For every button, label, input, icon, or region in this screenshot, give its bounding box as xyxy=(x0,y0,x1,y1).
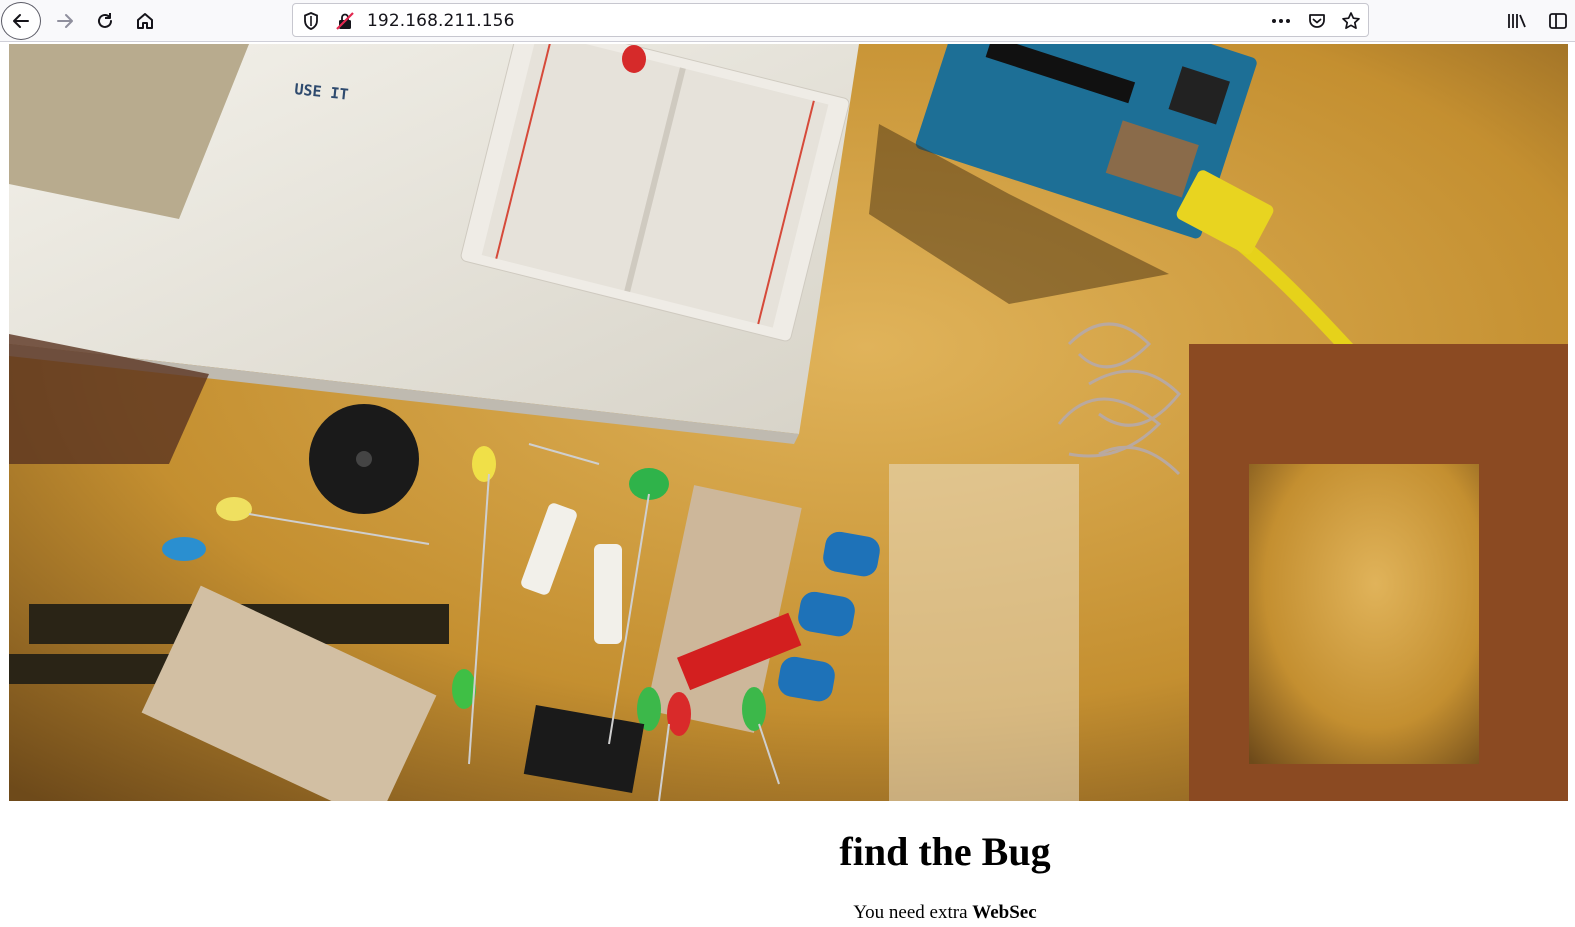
home-icon xyxy=(137,13,153,29)
page-edge xyxy=(1568,44,1575,927)
arrow-right-icon xyxy=(57,14,73,28)
library-icon xyxy=(1508,14,1526,28)
sidebar-icon xyxy=(1549,13,1567,29)
electronics-photo-illustration: USE IT xyxy=(9,44,1568,801)
insecure-lock-icon[interactable] xyxy=(335,11,355,31)
forward-button[interactable] xyxy=(48,4,82,38)
arrow-left-icon xyxy=(13,14,29,28)
shield-icon[interactable] xyxy=(301,11,321,31)
star-icon xyxy=(1342,12,1360,30)
url-text[interactable]: 192.168.211.156 xyxy=(367,11,515,31)
page-actions-button[interactable] xyxy=(1270,10,1292,32)
url-bar[interactable]: 192.168.211.156 xyxy=(292,3,1369,37)
bookmark-button[interactable] xyxy=(1340,10,1362,32)
reload-icon xyxy=(98,13,112,28)
back-button[interactable] xyxy=(1,2,41,40)
library-button[interactable] xyxy=(1500,4,1534,38)
message-prefix: You need extra xyxy=(853,902,973,923)
reload-button[interactable] xyxy=(88,4,122,38)
page-message: You need extra WebSec xyxy=(0,902,1575,924)
hero-image: USE IT xyxy=(9,44,1568,801)
page-title: find the Bug xyxy=(839,829,1051,874)
more-dots-icon xyxy=(1272,19,1290,23)
pocket-icon xyxy=(1309,14,1325,28)
home-button[interactable] xyxy=(128,4,162,38)
pocket-button[interactable] xyxy=(1306,10,1328,32)
browser-toolbar: 192.168.211.156 xyxy=(0,0,1575,42)
sidebar-button[interactable] xyxy=(1541,4,1575,38)
message-highlight: WebSec xyxy=(972,902,1037,923)
